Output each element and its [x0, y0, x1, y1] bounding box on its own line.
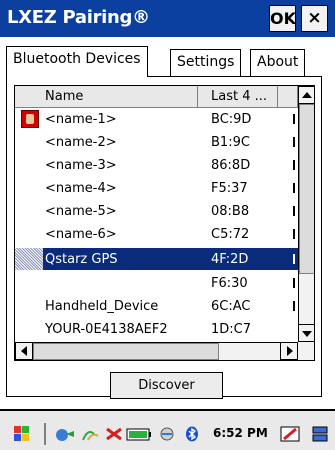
close-button[interactable]: × — [301, 5, 328, 32]
device-name: YOUR-0E4138AEF2 — [45, 322, 168, 337]
column-overflow-mark — [293, 137, 295, 147]
tab-bluetooth-devices[interactable]: Bluetooth Devices — [6, 46, 148, 77]
device-name: <name-3> — [45, 158, 117, 173]
list-item[interactable]: <name-6> C5:72 — [15, 223, 298, 245]
window-title: LXEZ Pairing® — [7, 7, 150, 28]
list-item-selected[interactable]: Qstarz GPS 4F:2D — [15, 248, 298, 270]
column-overflow-mark — [293, 183, 295, 193]
scroll-up-button[interactable] — [298, 86, 314, 104]
scroll-down-button[interactable] — [298, 324, 314, 342]
tab-settings[interactable]: Settings — [170, 49, 242, 76]
bluetooth-icon[interactable] — [184, 426, 200, 442]
column-header-name[interactable]: Name — [15, 86, 198, 108]
device-list[interactable]: Name Last 4 ... <name-1> BC:9D <name-2> … — [14, 85, 315, 361]
discover-button[interactable]: Discover — [110, 372, 223, 399]
start-flag-yellow — [22, 434, 29, 441]
list-item[interactable]: <name-5> 08:B8 — [15, 200, 298, 222]
device-address: C5:72 — [211, 227, 250, 242]
ok-button[interactable]: OK — [269, 5, 296, 32]
device-address: BC:9D — [211, 112, 252, 127]
column-overflow-mark — [293, 254, 295, 264]
column-overflow-mark — [293, 301, 295, 311]
list-item[interactable]: <name-4> F5:37 — [15, 177, 298, 199]
column-overflow-mark — [293, 229, 295, 239]
start-flag-green — [22, 426, 29, 433]
list-item[interactable]: F6:30 — [15, 272, 298, 294]
device-name: <name-6> — [45, 227, 117, 242]
list-header: Name Last 4 ... — [15, 86, 298, 108]
device-address: 4F:2D — [211, 252, 249, 267]
device-address: 1D:C7 — [211, 322, 252, 337]
vertical-scroll-thumb[interactable] — [299, 104, 314, 274]
list-item[interactable]: <name-3> 86:8D — [15, 154, 298, 176]
battery-icon[interactable] — [126, 426, 152, 442]
taskbar-separator — [44, 423, 46, 445]
scroll-left-button[interactable] — [15, 342, 33, 360]
start-flag-blue — [14, 434, 21, 441]
device-address: B1:9C — [211, 135, 250, 150]
device-address: 86:8D — [211, 158, 251, 173]
horizontal-scrollbar[interactable] — [15, 342, 298, 360]
scroll-right-button[interactable] — [280, 342, 298, 360]
paired-device-icon — [21, 110, 39, 128]
title-bar: LXEZ Pairing® OK × — [0, 0, 335, 37]
start-flag-red — [14, 426, 21, 433]
arrow-down-icon — [302, 331, 312, 337]
scrollbar-corner — [298, 342, 314, 360]
list-item[interactable]: <name-1> BC:9D — [15, 108, 298, 130]
arrow-left-icon — [21, 346, 27, 356]
list-item[interactable]: Handheld_Device 6C:AC — [15, 295, 298, 317]
column-overflow-mark — [293, 114, 295, 124]
device-name: <name-5> — [45, 204, 117, 219]
sync-icon[interactable] — [156, 426, 178, 442]
start-menu-icon[interactable] — [14, 426, 30, 442]
device-name: <name-2> — [45, 135, 117, 150]
selection-dither — [15, 248, 43, 270]
device-address: F6:30 — [211, 276, 248, 291]
column-overflow-mark — [293, 206, 295, 216]
list-item[interactable]: YOUR-0E4138AEF2 1D:C7 — [15, 318, 298, 340]
column-overflow-mark — [293, 278, 295, 288]
list-item[interactable]: <name-2> B1:9C — [15, 131, 298, 153]
column-overflow-mark — [293, 160, 295, 170]
desktop-icon[interactable] — [312, 426, 330, 442]
vertical-scrollbar[interactable] — [298, 86, 314, 342]
device-name: Handheld_Device — [45, 299, 159, 314]
network-icon[interactable] — [54, 426, 76, 442]
column-header-last4[interactable]: Last 4 ... — [198, 86, 278, 108]
device-address: 08:B8 — [211, 204, 250, 219]
device-address: F5:37 — [211, 181, 248, 196]
dialog-body: Bluetooth Devices Settings About Name La… — [0, 37, 335, 409]
clock[interactable]: 6:52 PM — [213, 426, 268, 440]
device-name: <name-4> — [45, 181, 117, 196]
wireless-icon[interactable] — [80, 426, 104, 442]
input-panel-icon[interactable] — [280, 426, 302, 442]
column-header-extra[interactable] — [278, 86, 298, 108]
horizontal-scroll-thumb[interactable] — [33, 343, 219, 360]
device-address: 6C:AC — [211, 299, 251, 314]
disconnected-icon[interactable] — [104, 426, 124, 442]
tab-about[interactable]: About — [250, 49, 306, 76]
arrow-right-icon — [287, 346, 293, 356]
taskbar: 6:52 PM — [0, 409, 335, 450]
device-name: <name-1> — [45, 112, 117, 127]
device-name: Qstarz GPS — [45, 252, 118, 267]
arrow-up-icon — [302, 92, 312, 98]
